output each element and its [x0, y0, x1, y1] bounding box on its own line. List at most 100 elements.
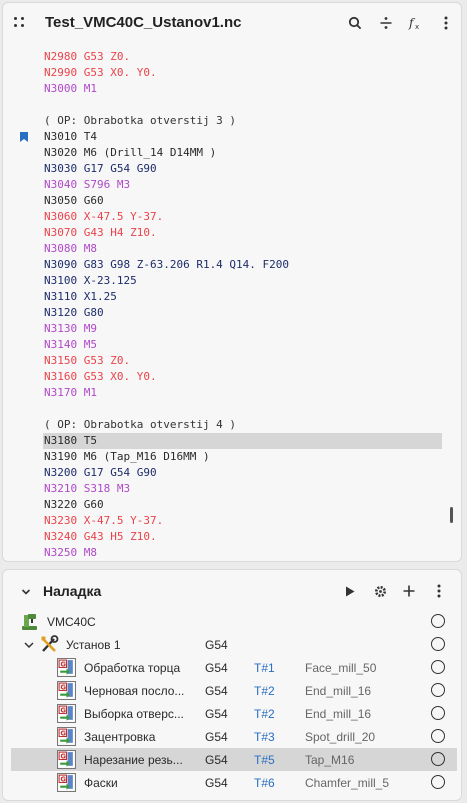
drag-handle-icon[interactable]: [14, 17, 26, 29]
operation-tool-number: T#5: [254, 753, 275, 767]
operation-tool-number: T#3: [254, 730, 275, 744]
scrollbar[interactable]: [450, 507, 453, 523]
operation-tool-name: End_mill_16: [305, 707, 372, 721]
operation-icon: G: [57, 727, 76, 746]
play-icon[interactable]: [342, 583, 358, 599]
collapse-chevron-icon[interactable]: [20, 586, 32, 598]
split-icon[interactable]: [377, 14, 395, 32]
operation-tool-name: Chamfer_mill_5: [305, 776, 390, 790]
operation-name: Фаски: [84, 776, 118, 790]
operation-tool-name: Face_mill_50: [305, 661, 377, 675]
code-line[interactable]: [43, 401, 442, 417]
operation-wcs: G54: [205, 776, 228, 790]
add-icon[interactable]: [401, 583, 417, 599]
code-line[interactable]: N3080 M8: [43, 241, 442, 257]
code-line[interactable]: ( OP: Obrabotka otverstij 4 ): [43, 417, 442, 433]
operation-tool-number: T#2: [254, 707, 275, 721]
more-vert-icon[interactable]: [431, 583, 447, 599]
code-line[interactable]: N3190 M6 (Tap_M16 D16MM ): [43, 449, 442, 465]
code-line[interactable]: N3020 M6 (Drill_14 D14MM ): [43, 145, 442, 161]
code-line[interactable]: N3140 M5: [43, 337, 442, 353]
operation-row[interactable]: G Обработка торца G54 T#1 Face_mill_50: [11, 656, 457, 679]
code-line[interactable]: [43, 97, 442, 113]
svg-text:G: G: [60, 706, 66, 714]
status-circle[interactable]: [431, 614, 445, 628]
operation-icon: G: [57, 658, 76, 677]
code-line[interactable]: N3200 G17 G54 G90: [43, 465, 442, 481]
code-line[interactable]: N3180 T5: [43, 433, 442, 449]
setup-row[interactable]: Установ 1 G54: [11, 633, 457, 656]
svg-text:G: G: [60, 729, 66, 737]
svg-text:x: x: [415, 23, 419, 31]
operation-name: Обработка торца: [84, 661, 181, 675]
operation-tool-name: Spot_drill_20: [305, 730, 376, 744]
operation-row[interactable]: G Фаски G54 T#6 Chamfer_mill_5: [11, 771, 457, 794]
more-vert-icon[interactable]: [437, 14, 455, 32]
code-line[interactable]: N3160 G53 X0. Y0.: [43, 369, 442, 385]
search-icon[interactable]: [346, 14, 364, 32]
operation-name: Зацентровка: [84, 730, 156, 744]
operation-name: Черновая посло...: [84, 684, 185, 698]
code-line[interactable]: N3210 S318 M3: [43, 481, 442, 497]
operation-wcs: G54: [205, 661, 228, 675]
code-line[interactable]: ( OP: Obrabotka otverstij 3 ): [43, 113, 442, 129]
operation-tool-name: Tap_M16: [305, 753, 355, 767]
operation-icon: G: [57, 750, 76, 769]
code-line[interactable]: N3050 G60: [43, 193, 442, 209]
operation-wcs: G54: [205, 707, 228, 721]
status-circle[interactable]: [431, 729, 445, 743]
status-circle[interactable]: [431, 775, 445, 789]
setup-panel-title: Наладка: [43, 583, 102, 599]
svg-text:G: G: [60, 775, 66, 783]
function-icon[interactable]: fx: [407, 14, 425, 32]
code-line[interactable]: N3110 X1.25: [43, 289, 442, 305]
operation-tool-number: T#1: [254, 661, 275, 675]
code-line[interactable]: N3090 G83 G98 Z-63.206 R1.4 Q14. F200: [43, 257, 442, 273]
status-circle[interactable]: [431, 683, 445, 697]
settings-icon[interactable]: [372, 583, 388, 599]
status-circle[interactable]: [431, 752, 445, 766]
operation-name: Нарезание резь...: [84, 753, 183, 767]
setup-name: Установ 1: [66, 638, 121, 652]
code-line[interactable]: N2990 G53 X0. Y0.: [43, 65, 442, 81]
code-line[interactable]: N3030 G17 G54 G90: [43, 161, 442, 177]
code-line[interactable]: N3150 G53 Z0.: [43, 353, 442, 369]
operation-row[interactable]: G Нарезание резь... G54 T#5 Tap_M16: [11, 748, 457, 771]
code-line[interactable]: N2980 G53 Z0.: [43, 49, 442, 65]
operation-tool-number: T#6: [254, 776, 275, 790]
code-line[interactable]: N3220 G60: [43, 497, 442, 513]
code-line[interactable]: N3170 M1: [43, 385, 442, 401]
status-circle[interactable]: [431, 660, 445, 674]
machine-name: VMC40C: [47, 615, 96, 629]
operation-row[interactable]: G Зацентровка G54 T#3 Spot_drill_20: [11, 725, 457, 748]
code-editor[interactable]: N2980 G53 Z0. N2990 G53 X0. Y0. N3000 M1 ( …: [3, 48, 461, 561]
code-line[interactable]: N3100 X-23.125: [43, 273, 442, 289]
code-line[interactable]: N3240 G43 H5 Z10.: [43, 529, 442, 545]
code-line[interactable]: N3070 G43 H4 Z10.: [43, 225, 442, 241]
code-line[interactable]: N3000 M1: [43, 81, 442, 97]
code-line[interactable]: N3230 X-47.5 Y-37.: [43, 513, 442, 529]
operation-row[interactable]: G Выборка отверс... G54 T#2 End_mill_16: [11, 702, 457, 725]
code-line[interactable]: N3060 X-47.5 Y-37.: [43, 209, 442, 225]
operation-wcs: G54: [205, 753, 228, 767]
editor-header: Test_VMC40C_Ustanov1.nc fx: [3, 3, 461, 43]
machine-row[interactable]: VMC40C: [11, 610, 457, 633]
setup-wcs: G54: [205, 638, 228, 652]
operation-row[interactable]: G Черновая посло... G54 T#2 End_mill_16: [11, 679, 457, 702]
status-circle[interactable]: [431, 706, 445, 720]
operation-tool-name: End_mill_16: [305, 684, 372, 698]
code-line[interactable]: N3250 M8: [43, 545, 442, 561]
file-title: Test_VMC40C_Ustanov1.nc: [45, 14, 242, 31]
operation-wcs: G54: [205, 730, 228, 744]
operation-icon: G: [57, 704, 76, 723]
code-line[interactable]: N3120 G80: [43, 305, 442, 321]
code-line[interactable]: N3130 M9: [43, 321, 442, 337]
operation-icon: G: [57, 681, 76, 700]
tools-icon: [41, 635, 59, 652]
chevron-down-icon[interactable]: [23, 639, 35, 651]
bookmark-icon[interactable]: [20, 132, 28, 142]
operation-tool-number: T#2: [254, 684, 275, 698]
code-line[interactable]: N3010 T4: [43, 129, 442, 145]
code-line[interactable]: N3040 S796 M3: [43, 177, 442, 193]
status-circle[interactable]: [431, 637, 445, 651]
